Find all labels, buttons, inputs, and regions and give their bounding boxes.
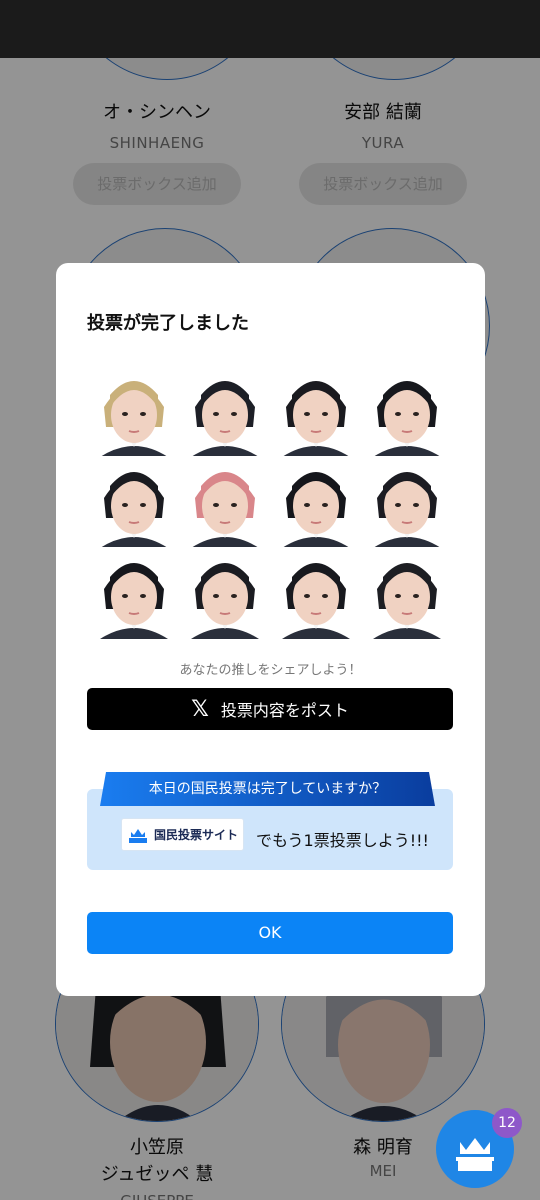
voted-candidate-portrait: [88, 456, 180, 548]
voted-candidate-portrait: [361, 547, 453, 639]
banner-cta-text: でもう1票投票しよう!!!: [256, 831, 429, 850]
voted-candidate-portrait: [270, 456, 362, 548]
voted-candidate-portrait: [361, 365, 453, 457]
voted-candidate-portrait: [270, 547, 362, 639]
voted-candidate-portrait: [88, 365, 180, 457]
vote-complete-dialog: 投票が完了しました あなたの推しをシェアしよう！ 𝕏 投票内容をポスト 本日の国…: [56, 263, 485, 996]
post-to-x-button[interactable]: 𝕏 投票内容をポスト: [87, 688, 453, 730]
status-bar: [0, 0, 540, 58]
voted-candidate-portrait: [179, 456, 271, 548]
dialog-title: 投票が完了しました: [87, 313, 249, 334]
banner-ribbon-text: 本日の国民投票は完了していますか？: [148, 781, 387, 797]
voted-candidate-portrait: [270, 365, 362, 457]
site-badge-label: 国民投票サイト: [154, 828, 239, 842]
share-hint: あなたの推しをシェアしよう！: [179, 663, 362, 678]
national-vote-site-link[interactable]: 国民投票サイト: [121, 818, 244, 851]
vote-count-badge: 12: [492, 1108, 522, 1138]
ok-button[interactable]: OK: [87, 912, 453, 954]
post-button-label: 投票内容をポスト: [220, 701, 349, 720]
voted-candidate-portrait: [361, 456, 453, 548]
x-logo-icon: 𝕏: [191, 696, 209, 722]
voted-portrait-grid: [88, 365, 456, 641]
ballot-crown-icon: [129, 828, 147, 843]
voted-candidate-portrait: [179, 547, 271, 639]
voted-candidate-portrait: [88, 547, 180, 639]
voted-candidate-portrait: [179, 365, 271, 457]
